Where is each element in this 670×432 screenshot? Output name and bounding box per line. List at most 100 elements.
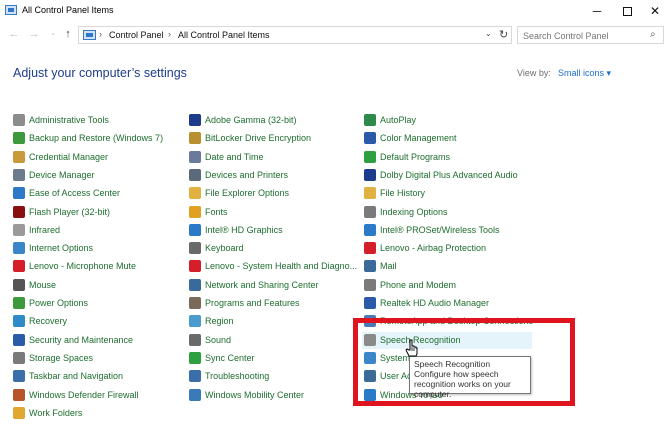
tooltip-description: Configure how speech recognition works o… xyxy=(414,369,511,399)
intel-graphics-icon xyxy=(189,223,201,236)
indexing-icon xyxy=(364,205,376,218)
search-input[interactable] xyxy=(523,29,643,42)
tooltip: Speech Recognition Configure how speech … xyxy=(409,356,531,399)
address-bar[interactable]: › Control Panel › All Control Panel Item… xyxy=(78,26,512,44)
breadcrumb-separator[interactable]: › xyxy=(168,29,171,39)
title-bar: All Control Panel Items ─ ✕ xyxy=(0,0,670,22)
breadcrumb-separator[interactable]: › xyxy=(99,29,102,39)
control-panel-item-label: Taskbar and Navigation xyxy=(29,371,124,382)
control-panel-icon xyxy=(83,30,96,40)
default-programs-icon xyxy=(364,150,376,163)
ease-of-access-icon xyxy=(13,187,25,200)
control-panel-item-label: Sync Center xyxy=(205,352,255,363)
control-panel-item-label: AutoPlay xyxy=(380,115,417,125)
navigation-bar: ← → ⌄ ↑ › Control Panel › All Control Pa… xyxy=(0,24,670,46)
control-panel-item-label: Indexing Options xyxy=(380,206,448,217)
phone-modem-icon xyxy=(364,278,376,291)
close-button[interactable]: ✕ xyxy=(640,0,670,22)
control-panel-item-label: Sound xyxy=(205,334,232,345)
control-panel-item-label: Devices and Printers xyxy=(205,169,289,180)
dolby-icon xyxy=(364,168,376,181)
microphone-mute-icon xyxy=(13,260,25,273)
control-panel-item-label: Dolby Digital Plus Advanced Audio xyxy=(380,169,518,180)
control-panel-item-label: Fonts xyxy=(205,206,228,217)
control-panel-item-label: Mail xyxy=(380,261,397,272)
page-title: Adjust your computer’s settings xyxy=(13,66,187,80)
breadcrumb-control-panel[interactable]: Control Panel xyxy=(109,30,164,40)
airbag-icon xyxy=(364,242,376,255)
control-panel-item-label: Realtek HD Audio Manager xyxy=(380,298,490,308)
region-icon xyxy=(189,315,201,328)
window-title: All Control Panel Items xyxy=(22,5,114,15)
back-button[interactable]: ← xyxy=(7,27,21,41)
minimize-button[interactable]: ─ xyxy=(582,0,612,22)
mouse-icon xyxy=(13,278,25,291)
fonts-icon xyxy=(189,205,201,218)
flash-icon xyxy=(13,205,25,218)
control-panel-item-label: Administrative Tools xyxy=(29,115,109,125)
control-panel-item-label: Flash Player (32-bit) xyxy=(29,206,111,217)
refresh-icon[interactable]: ↻ xyxy=(499,28,508,41)
troubleshooting-icon xyxy=(189,370,201,383)
control-panel-item-label: Default Programs xyxy=(380,151,451,162)
taskbar-icon xyxy=(13,370,25,383)
network-icon xyxy=(189,278,201,291)
control-panel-item-label: Network and Sharing Center xyxy=(205,279,319,290)
control-panel-item-label: Credential Manager xyxy=(29,151,109,162)
forward-button[interactable]: → xyxy=(27,27,41,41)
work-folders-icon xyxy=(13,406,25,419)
control-panel-icon xyxy=(5,5,17,15)
control-panel-item-label: File History xyxy=(380,188,426,199)
control-panel-item-label: Backup and Restore (Windows 7) xyxy=(29,133,164,144)
control-panel-item-label: Internet Options xyxy=(29,243,94,254)
autoplay-icon xyxy=(364,114,376,126)
control-panel-item-label: Color Management xyxy=(380,133,457,144)
control-panel-item-label: Programs and Features xyxy=(205,298,300,308)
control-panel-item-label: Troubleshooting xyxy=(205,371,270,382)
date-time-icon xyxy=(189,150,201,163)
sync-icon xyxy=(189,351,201,364)
control-panel-item-label: Date and Time xyxy=(205,151,264,162)
internet-options-icon xyxy=(13,242,25,255)
control-panel-item-label: Work Folders xyxy=(29,407,83,418)
control-panel-item-label: Power Options xyxy=(29,298,89,308)
system-health-icon xyxy=(189,260,201,273)
control-panel-item-label: Intel® HD Graphics xyxy=(205,224,283,235)
control-panel-item-label: Infrared xyxy=(29,224,61,235)
search-icon[interactable]: ⌕ xyxy=(650,29,656,40)
backup-icon xyxy=(13,132,25,145)
bitlocker-icon xyxy=(189,132,201,145)
address-dropdown-icon[interactable]: ⌄ xyxy=(485,29,492,38)
control-panel-item-label: Security and Maintenance xyxy=(29,334,134,345)
control-panel-item-label: Intel® PROSet/Wireless Tools xyxy=(380,224,500,235)
infrared-icon xyxy=(13,223,25,236)
storage-icon xyxy=(13,351,25,364)
breadcrumb-all-items[interactable]: All Control Panel Items xyxy=(178,30,270,40)
mail-icon xyxy=(364,260,376,273)
maximize-button[interactable] xyxy=(612,0,642,22)
view-by-label: View by: xyxy=(517,68,551,78)
recovery-icon xyxy=(13,315,25,328)
intel-wireless-icon xyxy=(364,223,376,236)
up-button[interactable]: ↑ xyxy=(61,27,75,41)
firewall-icon xyxy=(13,388,25,401)
adobe-gamma-icon xyxy=(189,114,201,126)
control-panel-item-label: Lenovo - Microphone Mute xyxy=(29,261,137,272)
control-panel-item-label: File Explorer Options xyxy=(205,188,290,199)
color-management-icon xyxy=(364,132,376,145)
admin-tools-icon xyxy=(13,114,25,126)
control-panel-item-label: Adobe Gamma (32-bit) xyxy=(205,115,297,125)
search-box[interactable]: ⌕ xyxy=(517,26,664,44)
keyboard-icon xyxy=(189,242,201,255)
recent-locations-button[interactable]: ⌄ xyxy=(46,27,60,41)
realtek-icon xyxy=(364,297,376,309)
view-by-dropdown[interactable]: Small icons ▾ xyxy=(558,68,611,79)
control-panel-item-label: Lenovo - System Health and Diagno... xyxy=(205,261,358,272)
mobility-icon xyxy=(189,388,201,401)
control-panel-item-label: Windows Defender Firewall xyxy=(29,389,139,400)
control-panel-item-label: Keyboard xyxy=(205,243,244,254)
control-panel-item-label: BitLocker Drive Encryption xyxy=(205,133,312,144)
control-panel-item-label: Recovery xyxy=(29,316,68,327)
control-panel-item-label: Storage Spaces xyxy=(29,352,94,363)
folder-options-icon xyxy=(189,187,201,200)
